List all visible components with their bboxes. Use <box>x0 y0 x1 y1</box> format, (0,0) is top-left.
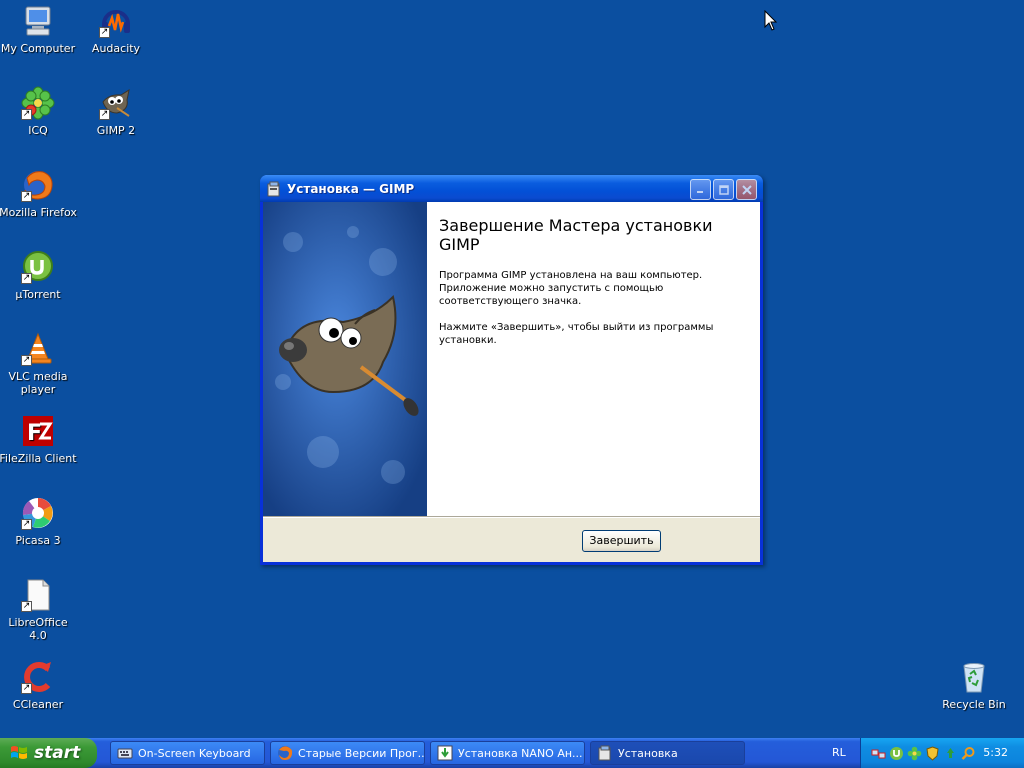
shortcut-arrow-icon: ↗ <box>21 601 32 612</box>
desktop-icon-vlc[interactable]: ↗ VLC media player <box>0 332 78 396</box>
desktop-icon-audacity[interactable]: ↗ Audacity <box>76 4 156 55</box>
start-button[interactable]: start <box>0 738 97 768</box>
shortcut-arrow-icon: ↗ <box>21 355 32 366</box>
taskbar-item-label: Установка NANO Ан... <box>458 746 583 760</box>
audacity-icon: ↗ <box>99 4 133 38</box>
minimize-button[interactable] <box>690 179 711 200</box>
desktop-icon-label: Recycle Bin <box>942 698 1006 711</box>
language-indicator[interactable]: RL <box>832 746 846 759</box>
shortcut-arrow-icon: ↗ <box>21 191 32 202</box>
desktop-icon-icq[interactable]: ↗ ICQ <box>0 86 78 137</box>
desktop-icon-picasa[interactable]: ↗ Picasa 3 <box>0 496 78 547</box>
maximize-button[interactable] <box>713 179 734 200</box>
desktop-icon-label: CCleaner <box>12 698 64 711</box>
desktop-icon-recycle-bin[interactable]: Recycle Bin <box>934 660 1014 711</box>
utorrent-tray-icon[interactable] <box>889 746 904 761</box>
wizard-side-image <box>263 202 427 516</box>
download-icon <box>437 745 453 761</box>
wizard-heading: Завершение Мастера установки GIMP <box>439 216 713 254</box>
start-label: start <box>34 743 81 763</box>
filezilla-icon: F <box>21 414 55 448</box>
ccleaner-icon: ↗ <box>21 660 55 694</box>
wizard-divider <box>263 516 760 518</box>
keyboard-icon <box>117 748 133 759</box>
installer-window[interactable]: Установка — GIMP Завершение Мастера уста… <box>260 175 763 565</box>
taskbar-item-nano-installer[interactable]: Установка NANO Ан... <box>430 741 585 765</box>
picasa-icon: ↗ <box>21 496 55 530</box>
svg-text:F: F <box>27 421 42 446</box>
installer-app-icon <box>267 181 280 196</box>
desktop-icon-label: Audacity <box>91 42 141 55</box>
utorrent-icon: ↗ <box>21 250 55 284</box>
shortcut-arrow-icon: ↗ <box>21 109 32 120</box>
vlc-cone-icon: ↗ <box>21 332 55 366</box>
taskbar-item-label: On-Screen Keyboard <box>138 746 251 760</box>
desktop-icon-ccleaner[interactable]: ↗ CCleaner <box>0 660 78 711</box>
taskbar: start On-Screen Keyboard Старые Версии П… <box>0 738 1024 768</box>
desktop-icon-label: VLC media player <box>8 370 68 396</box>
wizard-content: Завершение Мастера установки GIMP Програ… <box>427 202 760 516</box>
icq-tray-icon[interactable] <box>907 746 922 761</box>
security-shield-icon[interactable] <box>925 745 940 761</box>
firefox-icon: ↗ <box>21 168 55 202</box>
shortcut-arrow-icon: ↗ <box>99 27 110 38</box>
desktop-icon-label: Picasa 3 <box>15 534 61 547</box>
window-title: Установка — GIMP <box>287 181 415 196</box>
wizard-paragraph-instructions: Нажмите «Завершить», чтобы выйти из прог… <box>439 322 714 346</box>
desktop-icon-label: GIMP 2 <box>96 124 136 137</box>
libreoffice-document-icon: ↗ <box>21 578 55 612</box>
desktop-icon-gimp[interactable]: ↗ GIMP 2 <box>76 86 156 137</box>
minimize-icon <box>697 191 703 193</box>
desktop-icon-my-computer[interactable]: My Computer <box>0 4 78 55</box>
windows-flag-icon <box>11 746 27 759</box>
shortcut-arrow-icon: ↗ <box>21 683 32 694</box>
shortcut-arrow-icon: ↗ <box>99 109 110 120</box>
clock[interactable]: 5:32 <box>983 746 1008 759</box>
gimp-wilber-icon: ↗ <box>99 86 133 120</box>
taskbar-item-old-versions-browser[interactable]: Старые Версии Прог... <box>270 741 425 765</box>
desktop-icon-label: LibreOffice 4.0 <box>8 616 68 642</box>
close-icon <box>741 184 752 195</box>
my-computer-icon <box>21 4 55 38</box>
desktop-icon-firefox[interactable]: ↗ Mozilla Firefox <box>0 168 78 219</box>
system-tray: 5:32 <box>860 738 1024 768</box>
shortcut-arrow-icon: ↗ <box>21 519 32 530</box>
network-icon[interactable] <box>871 746 886 761</box>
window-titlebar[interactable]: Установка — GIMP <box>260 175 763 202</box>
recycle-bin-icon <box>957 660 991 694</box>
taskbar-item-label: Старые Версии Прог... <box>298 746 425 760</box>
mouse-cursor-icon <box>764 10 778 31</box>
taskbar-item-gimp-installer[interactable]: Установка <box>590 741 745 765</box>
taskbar-item-on-screen-keyboard[interactable]: On-Screen Keyboard <box>110 741 265 765</box>
shortcut-arrow-icon: ↗ <box>21 273 32 284</box>
desktop-icon-libreoffice[interactable]: ↗ LibreOffice 4.0 <box>0 578 78 642</box>
recycle-tray-icon[interactable] <box>943 746 958 761</box>
installer-app-icon <box>598 745 611 761</box>
titlebar-buttons <box>690 179 757 200</box>
firefox-icon <box>278 746 293 760</box>
finish-button[interactable]: Завершить <box>582 530 661 552</box>
desktop-icon-label: µTorrent <box>15 288 61 301</box>
close-button[interactable] <box>736 179 757 200</box>
taskbar-item-label: Установка <box>618 746 678 760</box>
desktop-icon-label: FileZilla Client <box>0 452 77 465</box>
desktop-icon-label: Mozilla Firefox <box>0 206 77 219</box>
search-icon[interactable] <box>961 746 976 761</box>
wizard-paragraph-installed: Программа GIMP установлена на ваш компью… <box>439 270 703 307</box>
desktop-icon-label: My Computer <box>0 42 76 55</box>
desktop-icon-filezilla[interactable]: F FileZilla Client <box>0 414 78 465</box>
gimp-mascot-image <box>263 202 427 516</box>
icq-flower-icon: ↗ <box>21 86 55 120</box>
desktop-icon-label: ICQ <box>28 124 48 137</box>
desktop-icon-utorrent[interactable]: ↗ µTorrent <box>0 250 78 301</box>
maximize-icon <box>718 184 729 195</box>
